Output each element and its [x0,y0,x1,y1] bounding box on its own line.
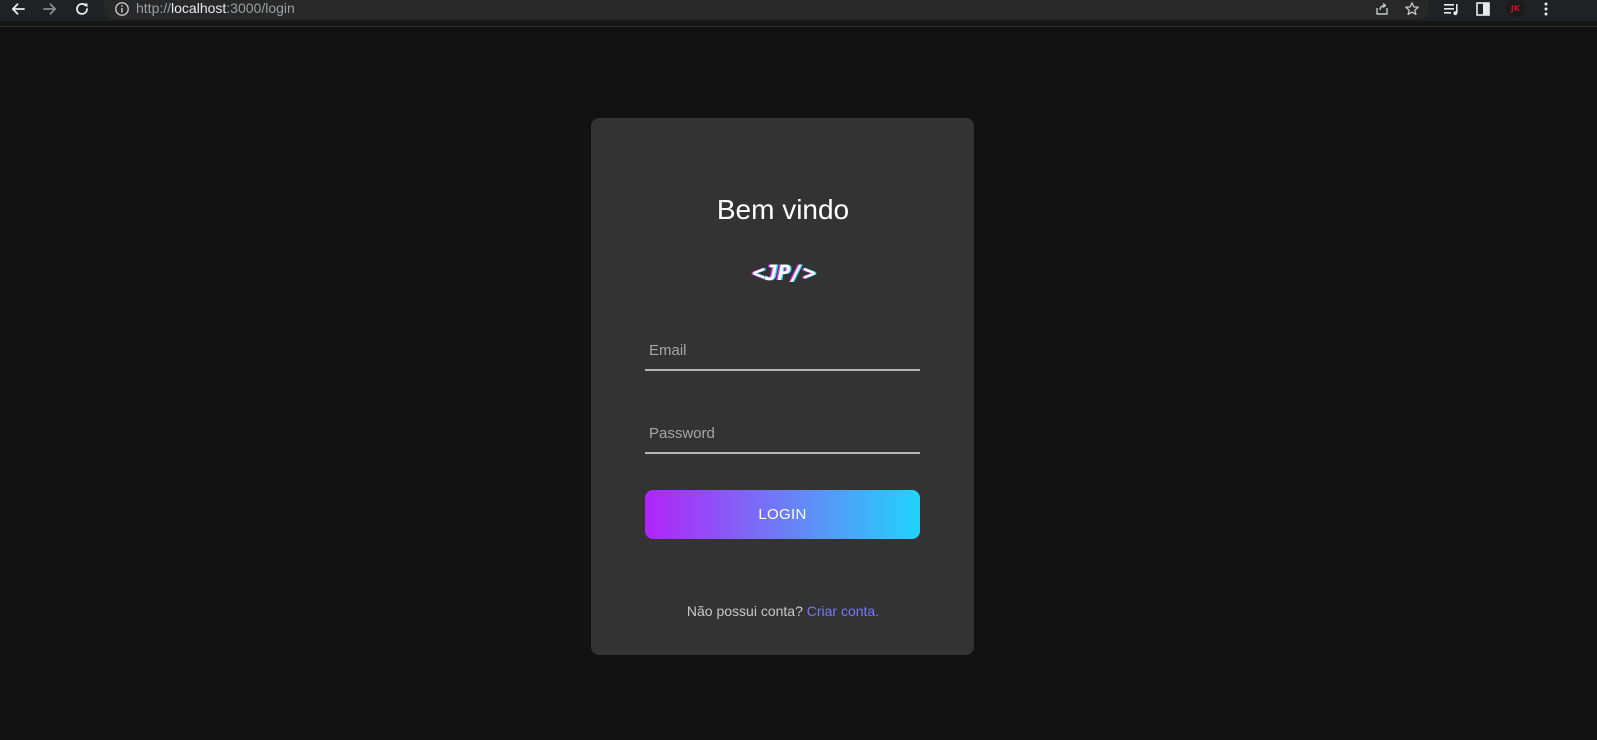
no-account-text: Não possui conta? [686,603,803,619]
share-button[interactable] [1372,0,1392,18]
side-panel-button[interactable] [1473,0,1493,18]
toolbar-divider [0,21,1597,27]
signup-prompt: Não possui conta? Criar conta. [0,602,1566,620]
media-queue-icon [1444,4,1458,16]
url-text[interactable]: http://localhost:3000/login [136,0,295,17]
create-account-link[interactable]: Criar conta. [807,603,879,619]
more-vert-icon [1544,2,1548,16]
logo-text: <JP/> [752,261,815,285]
email-input[interactable] [645,333,920,367]
star-icon [1405,2,1419,16]
password-input[interactable] [645,416,920,450]
welcome-title: Bem vindo [716,194,850,225]
url-scheme: http:// [136,0,172,16]
info-icon[interactable] [114,1,130,17]
side-panel-icon [1476,2,1490,16]
back-arrow-icon [11,3,25,15]
login-button[interactable]: LOGIN [645,490,920,539]
url-path: :3000/login [226,0,295,16]
forward-arrow-icon [43,3,57,15]
forward-button[interactable] [39,0,61,18]
back-button[interactable] [7,0,29,18]
password-field [645,416,920,454]
reload-button[interactable] [71,0,93,18]
bookmark-button[interactable] [1402,0,1422,18]
media-control-button[interactable] [1442,0,1462,18]
browser-menu-button[interactable] [1536,0,1556,18]
address-bar[interactable]: http://localhost:3000/login [104,0,1429,19]
browser-toolbar: http://localhost:3000/login JK [0,0,1597,21]
url-host: localhost [171,0,227,16]
reload-icon [76,3,88,15]
email-field [645,333,920,371]
profile-avatar[interactable]: JK [1506,0,1525,17]
jp-logo: <JP/> <JP/> <JP/> [751,261,817,285]
share-icon [1376,2,1388,15]
